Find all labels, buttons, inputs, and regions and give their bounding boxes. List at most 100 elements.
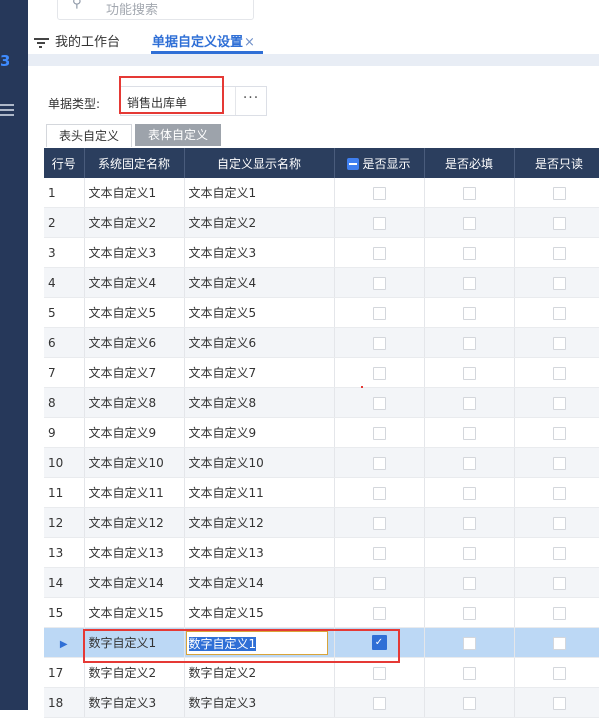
readonly-cell[interactable] bbox=[514, 237, 599, 268]
readonly-cell[interactable] bbox=[514, 507, 599, 538]
required-cell[interactable] bbox=[424, 327, 515, 358]
readonly-cell[interactable] bbox=[514, 597, 599, 628]
checkbox[interactable] bbox=[552, 216, 566, 230]
checkbox[interactable] bbox=[552, 336, 566, 350]
checkbox[interactable] bbox=[372, 426, 386, 440]
checkbox[interactable] bbox=[372, 186, 386, 200]
checkbox[interactable] bbox=[552, 606, 566, 620]
table-row[interactable]: 11 文本自定义11 文本自定义11 bbox=[44, 477, 599, 508]
table-row[interactable]: 8 文本自定义8 文本自定义8 bbox=[44, 387, 599, 418]
display-name-cell[interactable]: 文本自定义7 bbox=[184, 357, 335, 388]
display-name-cell[interactable]: 文本自定义12 bbox=[184, 507, 335, 538]
table-row[interactable]: 3 文本自定义3 文本自定义3 bbox=[44, 237, 599, 268]
checkbox[interactable] bbox=[462, 636, 476, 650]
display-name-cell[interactable]: 文本自定义1 bbox=[184, 178, 335, 208]
required-cell[interactable] bbox=[424, 267, 515, 298]
checkbox[interactable] bbox=[552, 276, 566, 290]
display-name-cell[interactable]: 文本自定义9 bbox=[184, 417, 335, 448]
checkbox[interactable] bbox=[552, 366, 566, 380]
required-cell[interactable] bbox=[424, 627, 515, 658]
display-name-cell[interactable]: 文本自定义4 bbox=[184, 267, 335, 298]
display-name-cell[interactable]: 文本自定义6 bbox=[184, 327, 335, 358]
readonly-cell[interactable] bbox=[514, 687, 599, 718]
display-name-cell[interactable]: 文本自定义11 bbox=[184, 477, 335, 508]
checkbox[interactable] bbox=[462, 606, 476, 620]
checkbox[interactable] bbox=[552, 186, 566, 200]
show-cell[interactable] bbox=[334, 597, 425, 628]
checkbox[interactable] bbox=[462, 246, 476, 260]
checkbox[interactable] bbox=[552, 696, 566, 710]
checkbox[interactable] bbox=[462, 666, 476, 680]
tab-header-custom[interactable]: 表头自定义 bbox=[46, 124, 132, 147]
checkbox[interactable] bbox=[372, 456, 386, 470]
required-cell[interactable] bbox=[424, 178, 515, 208]
show-cell[interactable] bbox=[334, 447, 425, 478]
checkbox[interactable] bbox=[372, 336, 386, 350]
search-input[interactable]: ⚲ 功能搜索 bbox=[57, 0, 254, 20]
checkbox[interactable] bbox=[462, 516, 476, 530]
checkbox[interactable] bbox=[372, 486, 386, 500]
table-row[interactable]: 1 文本自定义1 文本自定义1 bbox=[44, 178, 599, 208]
checkbox[interactable] bbox=[372, 666, 386, 680]
table-row[interactable]: 9 文本自定义9 文本自定义9 bbox=[44, 417, 599, 448]
readonly-cell[interactable] bbox=[514, 387, 599, 418]
checkbox[interactable] bbox=[552, 246, 566, 260]
checkbox[interactable] bbox=[462, 426, 476, 440]
show-cell[interactable] bbox=[334, 537, 425, 568]
table-row[interactable]: 14 文本自定义14 文本自定义14 bbox=[44, 567, 599, 598]
table-row[interactable]: 15 文本自定义15 文本自定义15 bbox=[44, 597, 599, 628]
tab-document-custom-settings[interactable]: 单据自定义设置× bbox=[152, 31, 255, 50]
display-name-cell[interactable]: 数字自定义3 bbox=[184, 687, 335, 718]
more-button[interactable]: ··· bbox=[235, 87, 266, 115]
checkbox[interactable] bbox=[372, 576, 386, 590]
checkbox[interactable] bbox=[552, 576, 566, 590]
table-row[interactable]: 5 文本自定义5 文本自定义5 bbox=[44, 297, 599, 328]
checkbox[interactable] bbox=[462, 186, 476, 200]
show-cell[interactable] bbox=[334, 267, 425, 298]
table-row[interactable]: 13 文本自定义13 文本自定义13 bbox=[44, 537, 599, 568]
required-cell[interactable] bbox=[424, 687, 515, 718]
checkbox[interactable] bbox=[552, 636, 566, 650]
display-name-cell[interactable]: 文本自定义14 bbox=[184, 567, 335, 598]
table-row[interactable]: 4 文本自定义4 文本自定义4 bbox=[44, 267, 599, 298]
show-cell[interactable] bbox=[334, 357, 425, 388]
checkbox[interactable] bbox=[462, 276, 476, 290]
readonly-cell[interactable] bbox=[514, 178, 599, 208]
readonly-cell[interactable] bbox=[514, 297, 599, 328]
show-cell[interactable] bbox=[334, 327, 425, 358]
checkbox[interactable] bbox=[552, 456, 566, 470]
show-cell[interactable] bbox=[334, 207, 425, 238]
required-cell[interactable] bbox=[424, 417, 515, 448]
show-cell[interactable] bbox=[334, 507, 425, 538]
table-row[interactable]: 6 文本自定义6 文本自定义6 bbox=[44, 327, 599, 358]
checkbox[interactable] bbox=[552, 666, 566, 680]
checkbox[interactable] bbox=[462, 366, 476, 380]
checkbox[interactable] bbox=[462, 696, 476, 710]
display-name-cell[interactable]: 文本自定义3 bbox=[184, 237, 335, 268]
display-name-cell[interactable]: 文本自定义15 bbox=[184, 597, 335, 628]
display-name-cell[interactable]: 文本自定义13 bbox=[184, 537, 335, 568]
required-cell[interactable] bbox=[424, 597, 515, 628]
checkbox[interactable] bbox=[372, 696, 386, 710]
readonly-cell[interactable] bbox=[514, 627, 599, 658]
required-cell[interactable] bbox=[424, 447, 515, 478]
readonly-cell[interactable] bbox=[514, 267, 599, 298]
display-name-cell[interactable]: 文本自定义5 bbox=[184, 297, 335, 328]
checkbox[interactable] bbox=[372, 546, 386, 560]
checkbox[interactable] bbox=[462, 396, 476, 410]
checkbox[interactable] bbox=[372, 396, 386, 410]
show-cell[interactable] bbox=[334, 417, 425, 448]
required-cell[interactable] bbox=[424, 477, 515, 508]
checkbox[interactable] bbox=[552, 426, 566, 440]
readonly-cell[interactable] bbox=[514, 327, 599, 358]
checkbox[interactable] bbox=[552, 486, 566, 500]
checkbox[interactable] bbox=[462, 546, 476, 560]
close-tab-icon[interactable]: × bbox=[244, 35, 255, 50]
required-cell[interactable] bbox=[424, 297, 515, 328]
readonly-cell[interactable] bbox=[514, 657, 599, 688]
checkbox[interactable] bbox=[372, 246, 386, 260]
required-cell[interactable] bbox=[424, 567, 515, 598]
show-cell[interactable] bbox=[334, 477, 425, 508]
readonly-cell[interactable] bbox=[514, 207, 599, 238]
show-cell[interactable] bbox=[334, 237, 425, 268]
